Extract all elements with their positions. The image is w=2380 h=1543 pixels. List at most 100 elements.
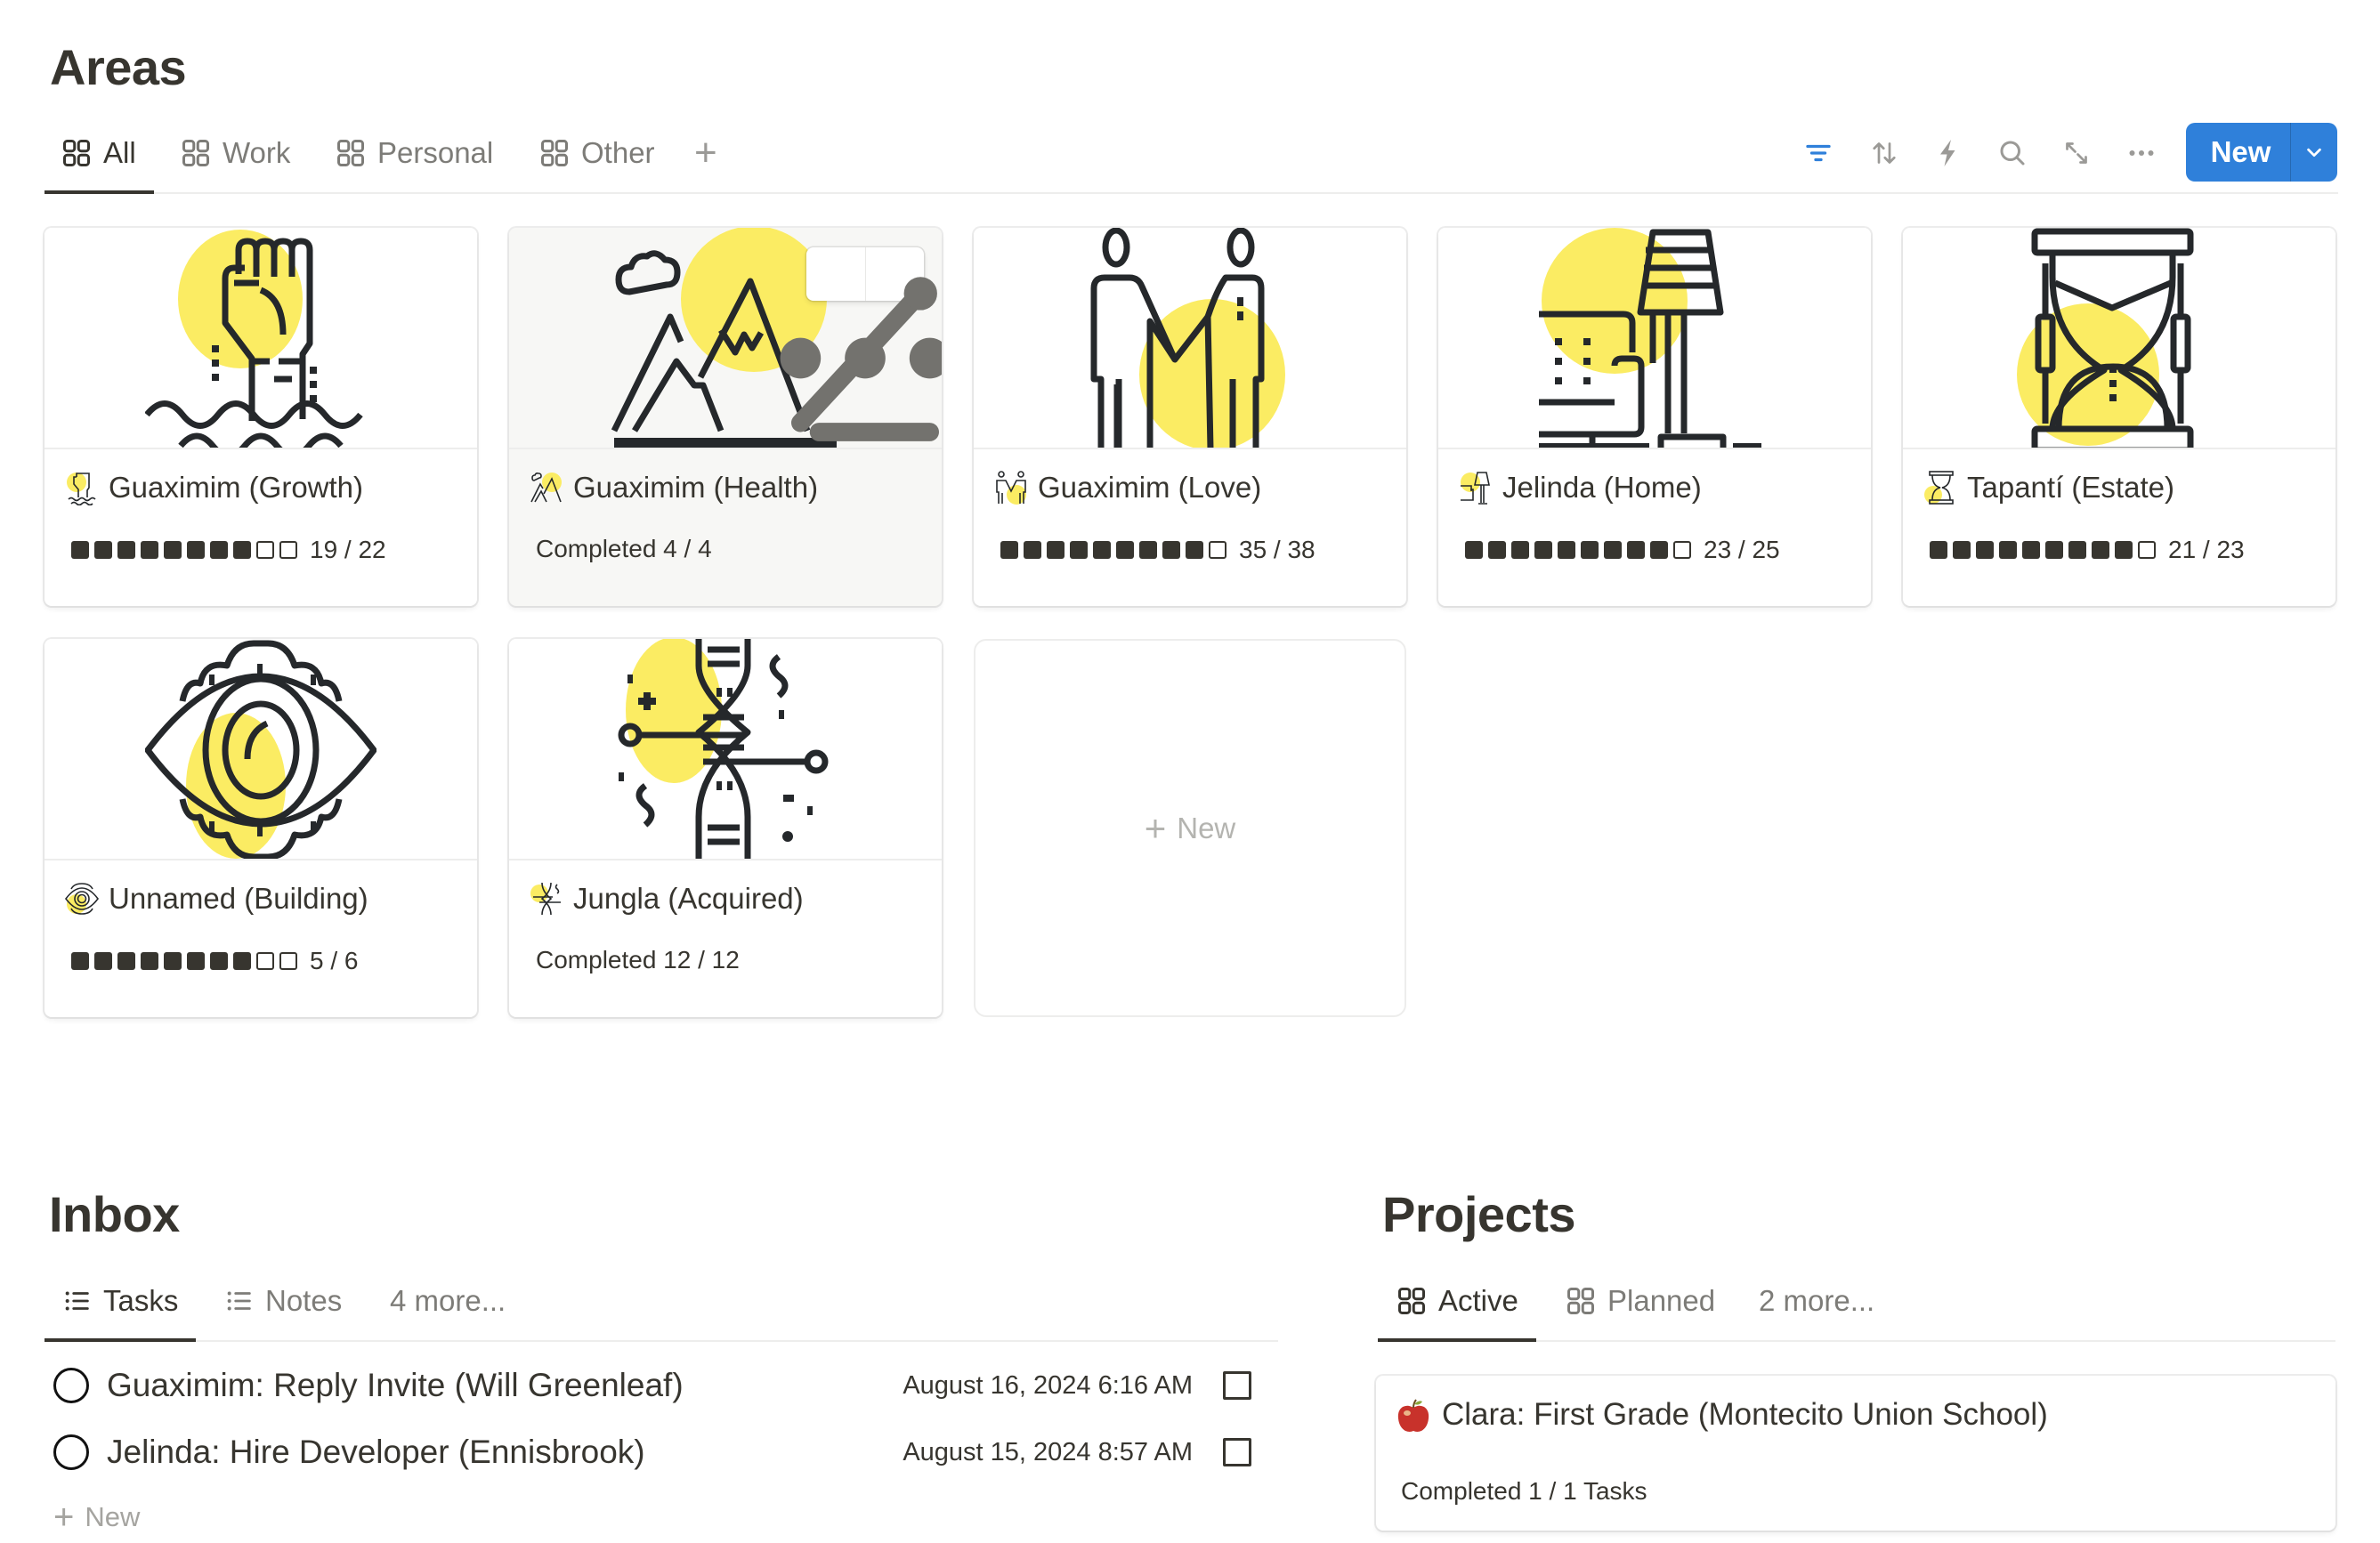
progress-segments <box>1465 541 1691 559</box>
tab-label: Other <box>581 136 655 169</box>
inbox-view-tabs: Tasks Notes 4 more... <box>45 1262 1278 1342</box>
projects-title: Projects <box>1382 1186 1576 1242</box>
progress-segment-filled <box>1047 541 1065 559</box>
progress-segment-filled <box>2045 541 2063 559</box>
gallery-icon <box>1565 1285 1597 1317</box>
task-row[interactable]: Guaximim: Reply Invite (Will Greenleaf) … <box>53 1354 1264 1417</box>
tab-label: Tasks <box>103 1284 179 1317</box>
card-title-row: Guaximim (Growth) <box>64 470 459 505</box>
card-completed-text: Completed 4 / 4 <box>536 535 712 562</box>
progress-segment-filled <box>164 952 182 970</box>
progress-segment-filled <box>2022 541 2040 559</box>
tab-other[interactable]: Other <box>538 114 655 192</box>
add-view-button[interactable]: + <box>694 114 717 192</box>
search-icon <box>2000 141 2025 166</box>
progress-segments <box>1930 541 2156 559</box>
expand-button[interactable] <box>2055 132 2098 174</box>
tab-label: Notes <box>265 1284 343 1317</box>
progress-segments <box>1000 541 1226 559</box>
search-button[interactable] <box>1991 132 2034 174</box>
tabbar-divider <box>45 192 2338 194</box>
lightning-icon <box>1940 140 1955 166</box>
progress-segment-filled <box>1488 541 1506 559</box>
project-card[interactable]: Clara: First Grade (Montecito Union Scho… <box>1376 1376 2335 1531</box>
new-task-button[interactable]: + New <box>53 1495 140 1539</box>
active-tab-underline <box>45 1338 197 1342</box>
hourglass-icon <box>2017 228 2194 448</box>
tab-more-views[interactable]: 2 more... <box>1759 1262 1874 1340</box>
area-card[interactable]: Unnamed (Building) 5 / 6 <box>45 639 477 1017</box>
progress-segment-filled <box>210 541 228 559</box>
progress-segment-filled <box>71 952 89 970</box>
progress-bar: 19 / 22 <box>71 536 386 564</box>
progress-segment-filled <box>2092 541 2109 559</box>
expand-icon <box>2066 142 2087 164</box>
tab-tasks[interactable]: Tasks <box>45 1262 197 1342</box>
progress-segment-filled <box>141 541 158 559</box>
progress-segment-empty <box>1209 541 1226 559</box>
progress-segment-filled <box>1511 541 1529 559</box>
dna-icon <box>618 639 829 859</box>
progress-segment-filled <box>94 952 112 970</box>
progress-segments <box>71 952 297 970</box>
task-status-circle-icon[interactable] <box>53 1368 89 1403</box>
gallery-icon <box>1396 1285 1428 1317</box>
progress-segment-filled <box>1093 541 1111 559</box>
projects-view-tabs: Active Planned 2 more... <box>1378 1262 2335 1342</box>
area-card[interactable]: Jungla (Acquired) Completed 12 / 12 <box>509 639 942 1017</box>
tab-notes[interactable]: Notes <box>224 1262 342 1340</box>
progress-count: 23 / 25 <box>1704 536 1780 563</box>
progress-segment-filled <box>1558 541 1575 559</box>
card-completed-text: Completed 12 / 12 <box>536 946 740 973</box>
filter-button[interactable] <box>1797 132 1840 174</box>
card-cover <box>1903 228 2335 449</box>
progress-segment-filled <box>187 952 205 970</box>
progress-segment-filled <box>1581 541 1599 559</box>
automation-button[interactable] <box>1927 132 1970 174</box>
tab-label: 2 more... <box>1759 1284 1875 1317</box>
task-status-circle-icon[interactable] <box>53 1434 89 1470</box>
project-title: Clara: First Grade (Montecito Union Scho… <box>1442 1397 2048 1432</box>
plus-icon: + <box>53 1497 75 1537</box>
card-title: Tapantí (Estate) <box>1967 471 2174 504</box>
tab-personal[interactable]: Personal <box>335 114 493 192</box>
task-checkbox[interactable] <box>1223 1371 1251 1400</box>
area-card[interactable]: Jelinda (Home) 23 / 25 <box>1438 228 1871 606</box>
eye-gear-icon <box>64 881 100 917</box>
new-button[interactable]: New <box>2186 123 2290 182</box>
progress-segment-empty <box>256 952 274 970</box>
progress-bar: 21 / 23 <box>1930 536 2245 564</box>
sort-button[interactable] <box>1863 132 1906 174</box>
area-card[interactable]: Tapantí (Estate) 21 / 23 <box>1903 228 2335 606</box>
card-more-button[interactable] <box>780 247 942 379</box>
area-card[interactable]: Guaximim (Growth) 19 / 22 <box>45 228 477 606</box>
new-area-card-button[interactable]: + New <box>974 639 1406 1017</box>
project-progress-text: Completed 1 / 1 Tasks <box>1401 1477 1647 1505</box>
tabbar-divider <box>45 1340 1278 1342</box>
tab-all[interactable]: All <box>45 114 154 194</box>
task-checkbox[interactable] <box>1223 1438 1251 1466</box>
tab-planned[interactable]: Planned <box>1565 1262 1715 1340</box>
tab-active[interactable]: Active <box>1378 1262 1536 1342</box>
progress-segments <box>71 541 297 559</box>
progress-segment-filled <box>1465 541 1483 559</box>
progress-segment-filled <box>210 952 228 970</box>
dna-icon <box>529 881 564 917</box>
inbox-title: Inbox <box>49 1186 180 1242</box>
area-card[interactable]: Guaximim (Love) 35 / 38 <box>974 228 1406 606</box>
new-dropdown-button[interactable] <box>2291 123 2337 182</box>
card-cover <box>45 639 477 860</box>
task-row[interactable]: Jelinda: Hire Developer (Ennisbrook) Aug… <box>53 1421 1264 1483</box>
card-cover <box>509 639 942 860</box>
progress-segment-filled <box>1186 541 1203 559</box>
card-title-row: Jelinda (Home) <box>1458 470 1853 505</box>
card-title-row: Tapantí (Estate) <box>1923 470 2318 505</box>
progress-segment-filled <box>1976 541 1994 559</box>
raised-fist-icon <box>145 230 363 448</box>
tab-label: Planned <box>1607 1284 1716 1317</box>
more-options-button[interactable] <box>2120 132 2163 174</box>
tab-work[interactable]: Work <box>180 114 290 192</box>
area-card[interactable]: Guaximim (Health) Completed 4 / 4 <box>509 228 942 606</box>
tab-more-views[interactable]: 4 more... <box>390 1262 506 1340</box>
progress-segment-filled <box>71 541 89 559</box>
